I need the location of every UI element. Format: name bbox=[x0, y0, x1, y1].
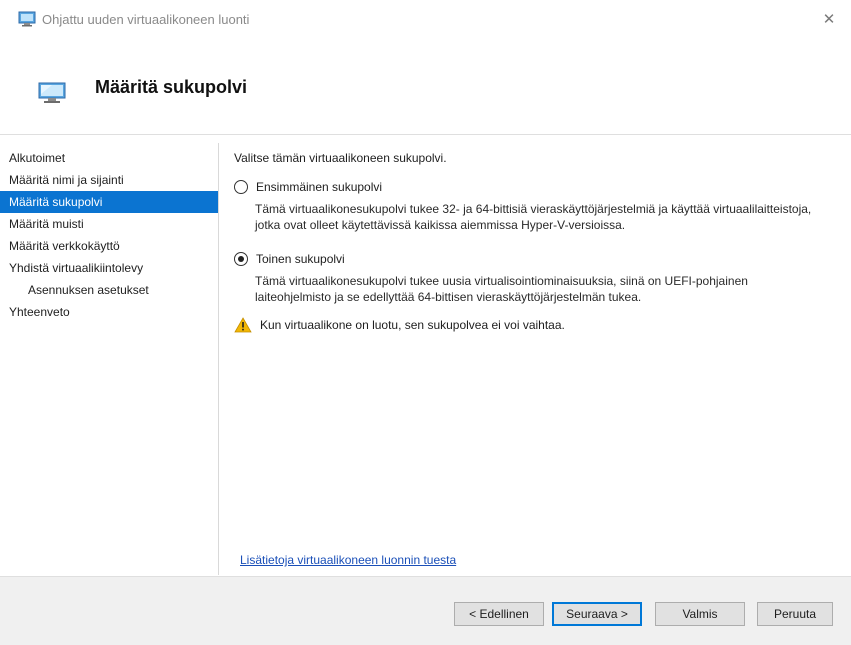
computer-monitor-icon bbox=[38, 82, 66, 103]
sidebar-item-label: Määritä verkkokäyttö bbox=[9, 239, 120, 253]
sidebar-item-nimi-ja-sijainti[interactable]: Määritä nimi ja sijainti bbox=[0, 169, 218, 191]
finish-button[interactable]: Valmis bbox=[655, 602, 745, 626]
window-title: Ohjattu uuden virtuaalikoneen luonti bbox=[42, 12, 250, 27]
sidebar-item-label: Määritä muisti bbox=[9, 217, 84, 231]
sidebar-item-verkkokaytto[interactable]: Määritä verkkokäyttö bbox=[0, 235, 218, 257]
generation-1-label: Ensimmäinen sukupolvi bbox=[256, 180, 383, 194]
generation-2-description: Tämä virtuaalikonesukupolvi tukee uusia … bbox=[255, 274, 748, 304]
generation-2-label: Toinen sukupolvi bbox=[256, 252, 345, 266]
sidebar-item-label: Määritä nimi ja sijainti bbox=[9, 173, 124, 187]
generation-1-radio[interactable] bbox=[234, 180, 248, 194]
page-title: Määritä sukupolvi bbox=[95, 77, 248, 97]
intro-text: Valitse tämän virtuaalikoneen sukupolvi. bbox=[234, 151, 447, 165]
sidebar-item-label: Alkutoimet bbox=[9, 151, 66, 165]
sidebar-divider bbox=[218, 143, 219, 575]
close-icon: ✕ bbox=[822, 11, 836, 28]
sidebar-item-virtuaalikiintolevy[interactable]: Yhdistä virtuaalikiintolevy bbox=[0, 257, 218, 279]
generation-warning: Kun virtuaalikone on luotu, sen sukupolv… bbox=[234, 317, 834, 333]
computer-monitor-icon bbox=[18, 11, 36, 27]
generation-2-radio[interactable] bbox=[234, 252, 248, 266]
wizard-footer: < Edellinen Seuraava > Valmis Peruuta bbox=[0, 576, 851, 645]
sidebar-item-label: Määritä sukupolvi bbox=[9, 195, 103, 209]
warning-text: Kun virtuaalikone on luotu, sen sukupolv… bbox=[260, 318, 565, 332]
previous-button[interactable]: < Edellinen bbox=[454, 602, 544, 626]
help-link[interactable]: Lisätietoja virtuaalikoneen luonnin tues… bbox=[240, 553, 456, 567]
warning-icon bbox=[234, 317, 252, 333]
generation-1-radio-option[interactable]: Ensimmäinen sukupolvi bbox=[234, 177, 834, 197]
sidebar-item-alkutoimet[interactable]: Alkutoimet bbox=[0, 147, 218, 169]
sidebar-item-sukupolvi[interactable]: Määritä sukupolvi bbox=[0, 191, 218, 213]
generation-1-description: Tämä virtuaalikonesukupolvi tukee 32- ja… bbox=[255, 202, 812, 232]
sidebar-item-label: Yhdistä virtuaalikiintolevy bbox=[9, 261, 144, 275]
next-button[interactable]: Seuraava > bbox=[552, 602, 642, 626]
wizard-content: Alkutoimet Määritä nimi ja sijainti Määr… bbox=[0, 134, 851, 577]
sidebar-item-asennuksen-asetukset[interactable]: Asennuksen asetukset bbox=[0, 279, 218, 301]
wizard-steps-sidebar: Alkutoimet Määritä nimi ja sijainti Määr… bbox=[0, 147, 218, 323]
page-header: Määritä sukupolvi bbox=[0, 40, 851, 134]
sidebar-item-label: Asennuksen asetukset bbox=[28, 283, 149, 297]
generation-2-radio-option[interactable]: Toinen sukupolvi bbox=[234, 249, 834, 269]
close-button[interactable]: ✕ bbox=[815, 6, 843, 32]
title-bar: Ohjattu uuden virtuaalikoneen luonti ✕ bbox=[0, 0, 851, 40]
cancel-button[interactable]: Peruuta bbox=[757, 602, 833, 626]
sidebar-item-label: Yhteenveto bbox=[9, 305, 70, 319]
generation-panel: Valitse tämän virtuaalikoneen sukupolvi.… bbox=[234, 151, 834, 333]
sidebar-item-muisti[interactable]: Määritä muisti bbox=[0, 213, 218, 235]
sidebar-item-yhteenveto[interactable]: Yhteenveto bbox=[0, 301, 218, 323]
